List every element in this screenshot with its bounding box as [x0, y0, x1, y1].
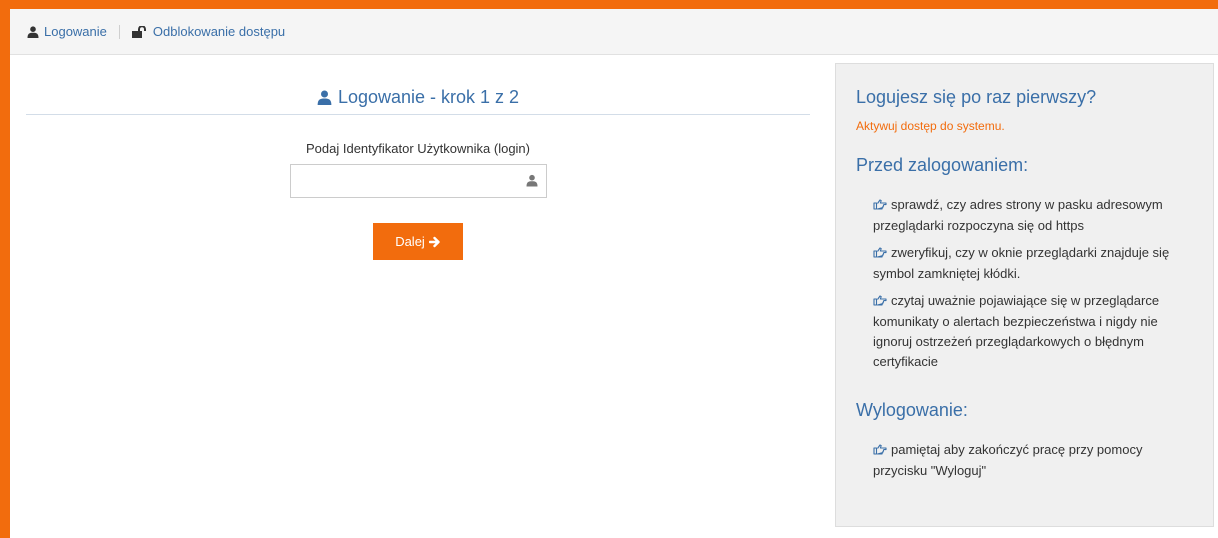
nav-unlock-label: Odblokowanie dostępu — [152, 24, 286, 39]
nav-divider — [118, 24, 120, 39]
hand-point-right-icon — [873, 441, 887, 461]
hand-point-right-icon — [873, 244, 887, 264]
login-title-text: Logowanie - krok 1 z 2 — [337, 87, 520, 107]
nav-login-label: Logowanie — [44, 24, 107, 39]
login-field-label: Podaj Identyfikator Użytkownika (login) — [306, 141, 530, 156]
tip-text: pamiętaj aby zakończyć pracę przy pomocy… — [873, 442, 1143, 478]
tip-text: zweryfikuj, czy w oknie przeglądarki zna… — [873, 245, 1170, 281]
hand-point-right-icon — [873, 292, 887, 312]
login-input[interactable] — [291, 165, 546, 197]
login-form: Logowanie - krok 1 z 2 Podaj Identyfikat… — [26, 55, 810, 538]
accent-frame-left — [0, 0, 10, 538]
first-time-heading: Logujesz się po raz pierwszy? — [856, 87, 1097, 107]
tip-text: czytaj uważnie pojawiające się w przeglą… — [873, 293, 1160, 369]
title-divider — [26, 114, 810, 115]
accent-frame-top — [0, 0, 1218, 9]
before-login-heading: Przed zalogowaniem: — [856, 155, 1029, 175]
hand-point-right-icon — [873, 196, 887, 216]
activate-access-link[interactable]: Aktywuj dostęp do systemu. — [856, 119, 1005, 133]
nav-unlock-link[interactable]: Odblokowanie dostępu — [131, 24, 286, 39]
logout-heading: Wylogowanie: — [856, 400, 968, 420]
login-input-group — [290, 164, 547, 198]
tip-item: pamiętaj aby zakończyć pracę przy pomocy… — [873, 440, 1195, 481]
tip-item: sprawdź, czy adres strony w pasku adreso… — [873, 195, 1195, 236]
top-navigation: Logowanie Odblokowanie dostępu — [10, 9, 1218, 55]
nav-login-link[interactable]: Logowanie — [27, 24, 107, 39]
next-button[interactable]: Dalej — [373, 223, 463, 260]
next-button-label: Dalej — [395, 234, 425, 249]
user-icon — [526, 174, 538, 190]
user-icon — [317, 90, 332, 105]
unlock-icon — [131, 25, 148, 38]
login-title: Logowanie - krok 1 z 2 — [26, 87, 810, 108]
arrow-right-icon — [428, 236, 441, 248]
tip-item: czytaj uważnie pojawiające się w przeglą… — [873, 291, 1195, 372]
user-icon — [27, 25, 39, 38]
tip-item: zweryfikuj, czy w oknie przeglądarki zna… — [873, 243, 1195, 284]
tip-text: sprawdź, czy adres strony w pasku adreso… — [873, 197, 1163, 233]
info-panel: Logujesz się po raz pierwszy? Aktywuj do… — [835, 63, 1214, 527]
